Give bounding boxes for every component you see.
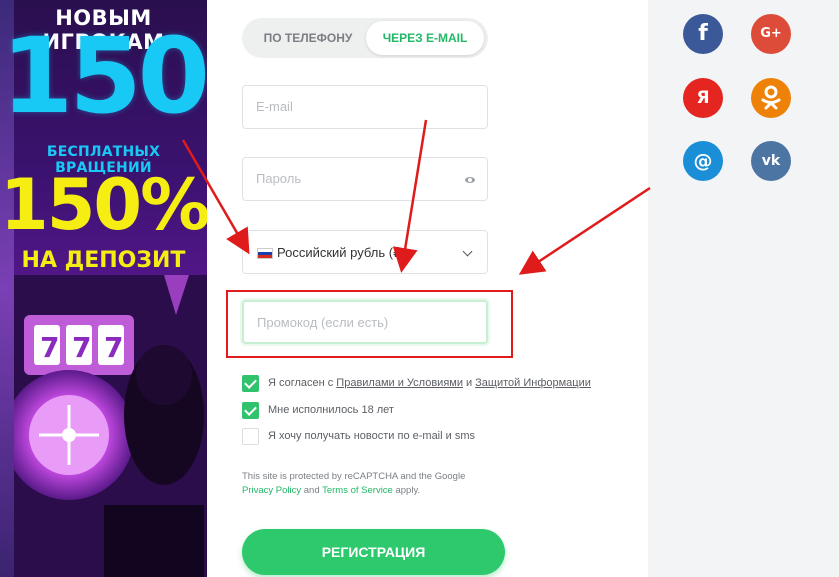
promo-highlight-box (226, 290, 513, 358)
terms-of-service-link[interactable]: Terms of Service (322, 485, 393, 496)
register-button[interactable]: РЕГИСТРАЦИЯ (242, 529, 505, 575)
chevron-down-icon (462, 246, 473, 257)
currency-select[interactable]: Российский рубль (₽ (242, 230, 488, 274)
age-checkbox[interactable] (242, 401, 259, 419)
terms-link[interactable]: Правилами и Условиями (336, 377, 463, 389)
svg-text:7: 7 (40, 331, 59, 364)
tab-email[interactable]: ЧЕРЕЗ E-MAIL (366, 21, 484, 55)
banner-deposit-percent: 150% (0, 164, 207, 246)
vk-icon[interactable]: vk (751, 141, 791, 181)
recaptcha-and: and (303, 485, 320, 496)
terms-checkbox[interactable] (242, 374, 259, 392)
show-password-icon[interactable] (465, 177, 475, 183)
password-placeholder: Пароль (256, 171, 302, 186)
age-checkbox-row: Мне исполнилось 18 лет (242, 401, 394, 419)
facebook-icon[interactable]: f (683, 14, 723, 54)
currency-value: Российский рубль (₽ (277, 245, 402, 260)
odnoklassniki-icon[interactable] (751, 78, 791, 118)
email-field[interactable]: E-mail (242, 85, 488, 129)
recaptcha-notice: This site is protected by reCAPTCHA and … (242, 470, 502, 498)
terms-checkbox-row: Я согласен с Правилами и Условиями и Защ… (242, 374, 594, 392)
tab-phone[interactable]: ПО ТЕЛЕФОНУ (250, 21, 366, 55)
privacy-policy-link[interactable]: Privacy Policy (242, 485, 301, 496)
terms-prefix: Я согласен с (268, 377, 334, 389)
yandex-icon[interactable]: Я (683, 78, 723, 118)
google-plus-icon[interactable]: G+ (751, 14, 791, 54)
social-login-panel (648, 0, 839, 577)
svg-text:7: 7 (104, 331, 123, 364)
privacy-link[interactable]: Защитой Информации (475, 377, 591, 389)
russia-flag-icon (257, 248, 273, 259)
age-label: Мне исполнилось 18 лет (268, 404, 394, 416)
news-checkbox-row: Я хочу получать новости по e-mail и sms (242, 427, 475, 445)
banner-deposit-label: НА ДЕПОЗИТ (21, 248, 186, 273)
recaptcha-apply: apply. (395, 485, 421, 496)
banner-spins-number: 150 (0, 15, 207, 137)
news-label: Я хочу получать новости по e-mail и sms (268, 430, 475, 442)
arrow-to-promo-right (518, 186, 651, 275)
password-field[interactable]: Пароль (242, 157, 488, 201)
casino-illustration: 7 7 7 (14, 275, 207, 577)
promo-banner[interactable]: НОВЫМ ИГРОКАМ 150 БЕСПЛАТНЫХ ВРАЩЕНИЙ 15… (0, 0, 207, 577)
terms-and: и (466, 377, 473, 389)
registration-page: НОВЫМ ИГРОКАМ 150 БЕСПЛАТНЫХ ВРАЩЕНИЙ 15… (0, 0, 839, 577)
recaptcha-text: This site is protected by reCAPTCHA and … (242, 471, 466, 482)
news-checkbox[interactable] (242, 427, 259, 445)
svg-text:7: 7 (72, 331, 91, 364)
email-placeholder: E-mail (256, 99, 293, 114)
registration-method-tabs: ПО ТЕЛЕФОНУ ЧЕРЕЗ E-MAIL (242, 18, 488, 58)
mailru-icon[interactable]: @ (683, 141, 723, 181)
